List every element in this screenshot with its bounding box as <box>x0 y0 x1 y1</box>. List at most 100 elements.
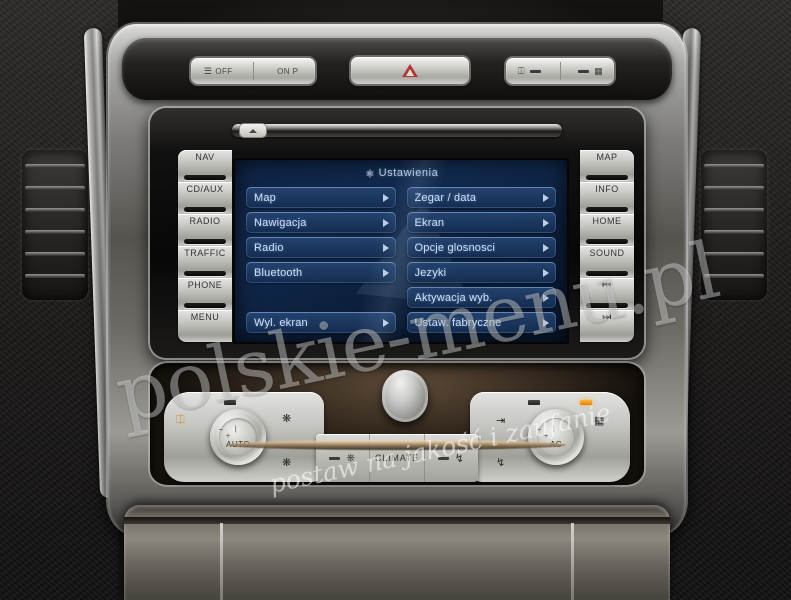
button-label: INFO <box>595 184 619 194</box>
park-assist-off[interactable]: ☰ OFF <box>191 58 246 84</box>
rear-window-defrost-button[interactable]: ▦ <box>568 58 615 84</box>
menu-item-label: Map <box>254 191 276 204</box>
menu-item-label: Jezyki <box>414 266 447 279</box>
front-windscreen-heater-button[interactable]: ⎅ <box>506 58 553 84</box>
menu-item-ustaw-fabryczne[interactable]: Ustaw. fabryczne <box>406 312 556 333</box>
hazard-lights-button[interactable] <box>351 57 469 84</box>
button-ridge <box>184 271 226 276</box>
infotainment-screen[interactable]: Ustawienia Map Nawigacja Radio Bluetooth <box>235 160 567 342</box>
hardware-button-info[interactable]: INFO <box>580 182 634 214</box>
button-ridge <box>586 271 628 276</box>
fan-increase-icon[interactable]: ❋ <box>282 412 291 425</box>
button-ridge <box>184 303 226 308</box>
menu-item-zegar-data[interactable]: Zegar / data <box>406 187 556 208</box>
park-assist-on[interactable]: ON P <box>261 58 316 84</box>
heated-rear-window-icon[interactable]: ▦ <box>594 414 604 427</box>
hardware-button-cd-aux[interactable]: CD/AUX <box>178 182 232 214</box>
hardware-button-sound[interactable]: SOUND <box>580 246 634 278</box>
knob-face: – | + AC <box>537 418 575 456</box>
chevron-right-icon <box>543 318 549 327</box>
button-ridge <box>184 207 226 212</box>
menu-item-radio[interactable]: Radio <box>246 237 396 258</box>
left-air-vent <box>22 150 88 300</box>
hardware-button-radio[interactable]: RADIO <box>178 214 232 246</box>
chrome-accent-arc <box>226 440 566 450</box>
lower-console <box>124 505 670 600</box>
airflow-feet-icon[interactable]: ↯ <box>496 456 505 469</box>
knob-face: – | + AUTO <box>219 418 257 456</box>
left-button-column: NAV CD/AUX RADIO TRAFFIC PHONE MENU <box>178 150 232 342</box>
menu-item-map[interactable]: Map <box>246 187 396 208</box>
menu-item-label: Wyl. ekran <box>254 316 308 329</box>
menu-item-wyl-ekran[interactable]: Wyl. ekran <box>246 312 396 333</box>
hazard-triangle-icon <box>402 64 418 77</box>
defrost-buttons[interactable]: ⎅ ▦ <box>506 58 614 84</box>
eject-icon <box>249 128 257 133</box>
menu-item-label: Opcje glosnosci <box>414 241 496 254</box>
next-track-icon: ⏭ <box>602 312 612 323</box>
menu-item-aktywacja-wyb[interactable]: Aktywacja wyb. <box>406 287 556 308</box>
menu-item-label: Radio <box>254 241 284 254</box>
chevron-right-icon <box>543 243 549 252</box>
indicator-lamp <box>528 400 540 405</box>
menu-item-label: Ustaw. fabryczne <box>414 316 502 329</box>
climate-label: CLIMATE <box>375 453 419 463</box>
hardware-button-menu[interactable]: MENU <box>178 310 232 342</box>
hardware-button-nav[interactable]: NAV <box>178 150 232 182</box>
knob-plus-minus: – | + <box>537 425 560 440</box>
menu-item-label: Zegar / data <box>414 191 477 204</box>
menu-item-empty-slot <box>246 287 396 308</box>
indicator-bar <box>329 456 341 460</box>
indicator-lamp-active <box>580 400 592 405</box>
chevron-right-icon <box>543 193 549 202</box>
menu-item-jezyki[interactable]: Jezyki <box>406 262 556 283</box>
right-air-vent <box>701 150 767 300</box>
hardware-button-traffic[interactable]: TRAFFIC <box>178 246 232 278</box>
menu-item-label: Nawigacja <box>254 216 307 229</box>
button-ridge <box>586 207 628 212</box>
menu-item-opcje-glosnosci[interactable]: Opcje glosnosci <box>406 237 556 258</box>
knob-plus-minus: – | + <box>219 425 242 440</box>
console-lip <box>124 517 670 524</box>
chevron-right-icon <box>382 218 389 227</box>
air-recirculation-icon[interactable]: ⇥ <box>496 414 505 427</box>
button-label: CD/AUX <box>186 184 224 194</box>
menu-item-label: Aktywacja wyb. <box>414 291 493 304</box>
settings-menu-grid: Map Nawigacja Radio Bluetooth Wyl. ekran <box>246 187 556 333</box>
cd-eject-button[interactable] <box>240 124 266 137</box>
menu-item-bluetooth[interactable]: Bluetooth <box>246 262 396 283</box>
indicator-lamp <box>224 400 236 405</box>
button-ridge <box>184 175 226 180</box>
menu-item-ekran[interactable]: Ekran <box>406 212 556 233</box>
button-label: RADIO <box>189 216 221 226</box>
hardware-button-next-track[interactable]: ⏭ <box>580 310 634 342</box>
hardware-button-phone[interactable]: PHONE <box>178 278 232 310</box>
chevron-right-icon <box>382 193 389 202</box>
gear-icon <box>364 168 374 178</box>
switch-divider <box>252 61 254 81</box>
button-label: SOUND <box>589 248 625 258</box>
menu-item-nawigacja[interactable]: Nawigacja <box>246 212 396 233</box>
screen-title-label: Ustawienia <box>378 167 439 179</box>
fan-decrease-icon[interactable]: ❋ <box>282 456 291 469</box>
ac-knob[interactable]: – | + AC <box>528 409 584 465</box>
indicator-bar <box>578 69 590 73</box>
park-assist-button[interactable]: ☰ OFF ON P <box>191 58 315 84</box>
hardware-button-map[interactable]: MAP <box>580 150 634 182</box>
heated-windscreen-icon[interactable]: ⎅ <box>176 414 185 427</box>
hardware-button-previous-track[interactable]: ⏮ <box>580 278 634 310</box>
button-ridge <box>586 175 628 180</box>
chevron-right-icon <box>382 318 389 327</box>
chevron-right-icon <box>543 293 549 302</box>
button-label: MAP <box>596 152 618 162</box>
switch-divider <box>559 61 561 81</box>
hardware-button-home[interactable]: HOME <box>580 214 634 246</box>
chevron-right-icon <box>382 268 389 277</box>
auto-temperature-knob[interactable]: – | + AUTO <box>210 409 266 465</box>
button-label: TRAFFIC <box>184 248 226 258</box>
menu-item-label: Bluetooth <box>254 266 303 279</box>
windscreen-heater-icon: ⎅ <box>517 65 526 76</box>
park-sensor-icon: ☰ <box>203 65 213 76</box>
park-assist-off-label: OFF <box>215 66 233 76</box>
button-label: PHONE <box>187 280 223 290</box>
